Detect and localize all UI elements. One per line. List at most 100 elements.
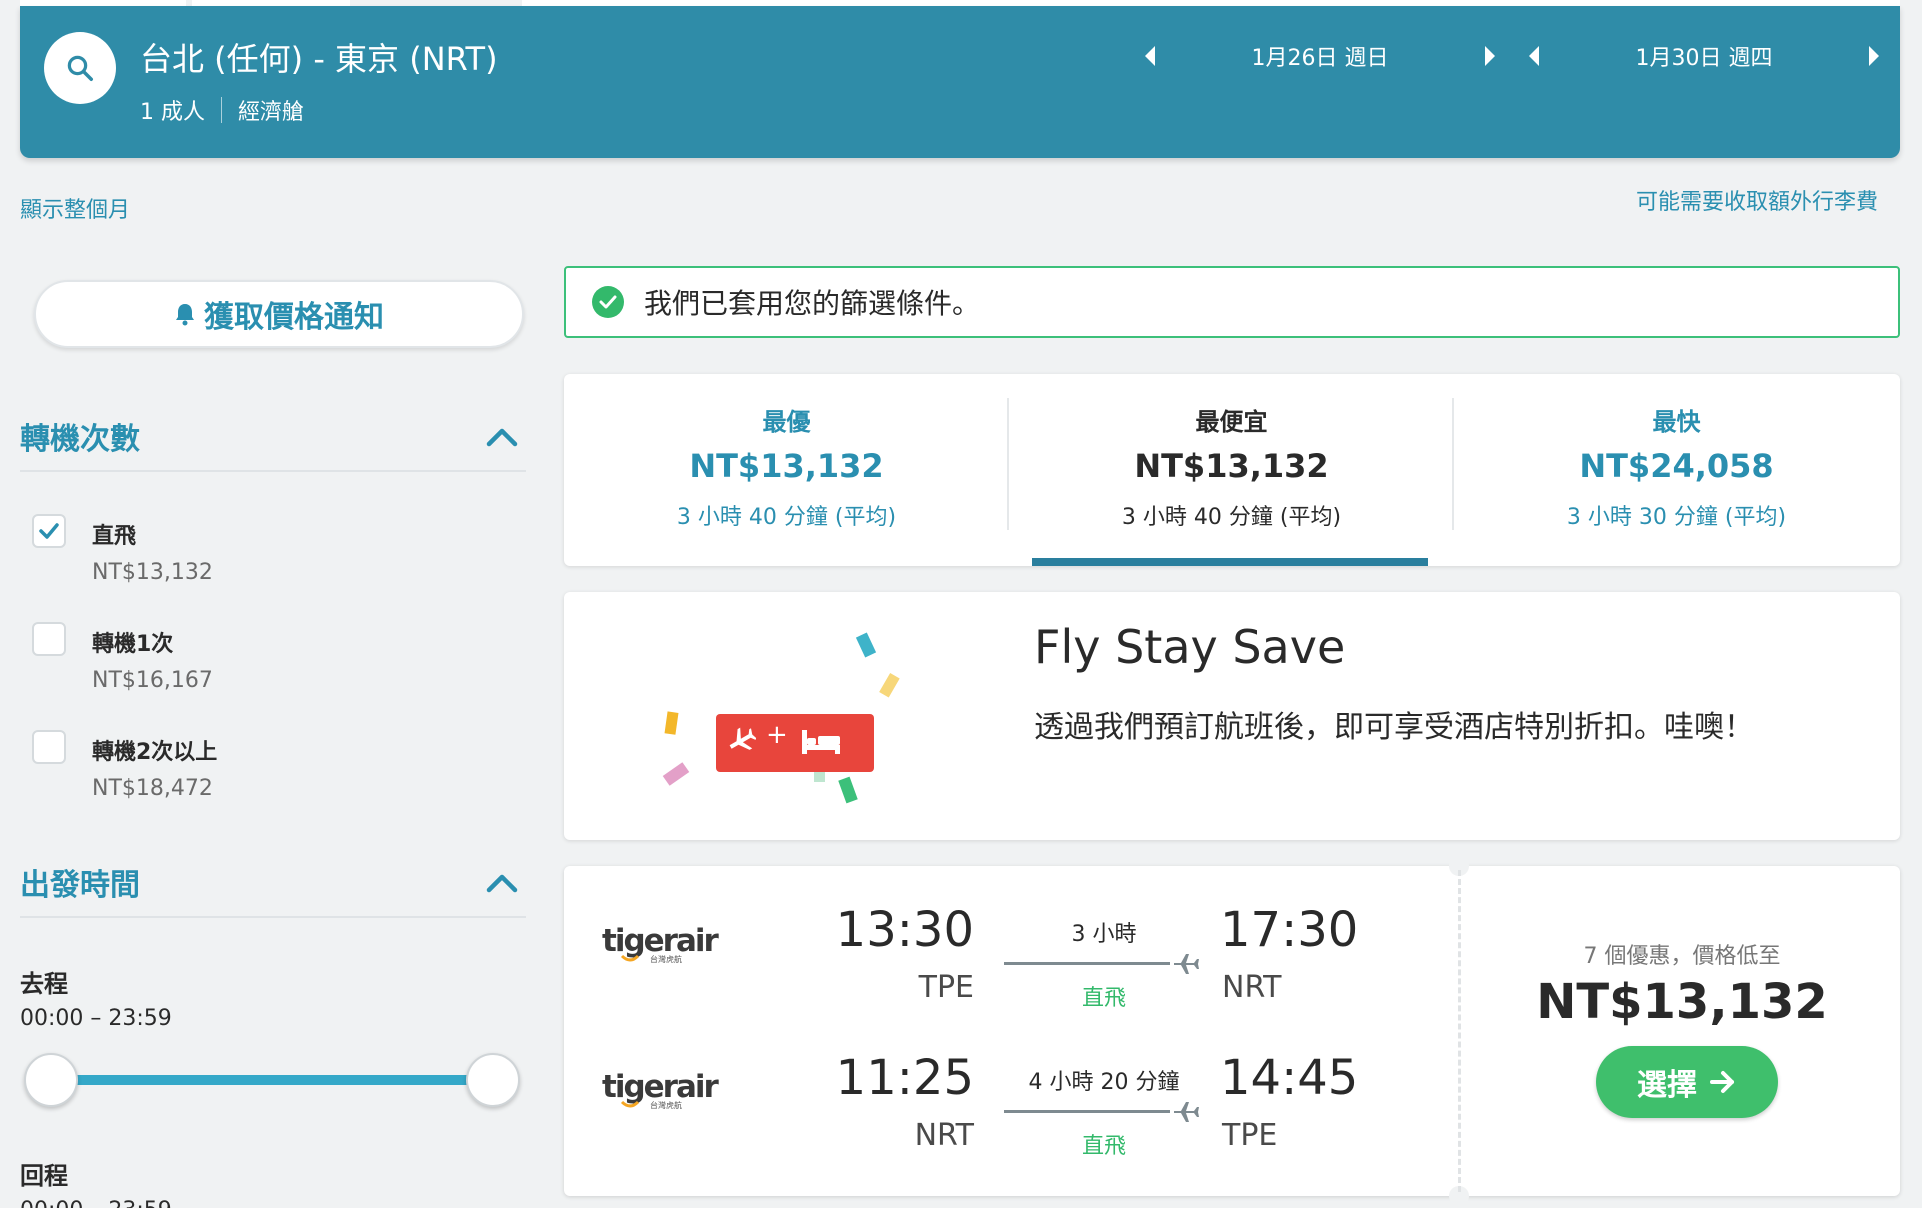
stops-option-label[interactable]: 直飛 bbox=[92, 518, 136, 550]
filter-applied-banner: 我們已套用您的篩選條件。 bbox=[564, 266, 1900, 338]
plus-sign: + bbox=[766, 720, 788, 750]
cabin-class: 經濟艙 bbox=[238, 100, 305, 125]
caret-right-icon bbox=[1485, 46, 1495, 66]
sort-tab-label: 最優 bbox=[762, 408, 811, 436]
select-button-label: 選擇 bbox=[1637, 1068, 1697, 1103]
check-circle-icon bbox=[592, 286, 624, 318]
return-next-button[interactable] bbox=[1854, 45, 1894, 67]
depart-time: 13:30 bbox=[835, 902, 974, 958]
stops-direct-checkbox[interactable] bbox=[32, 514, 66, 548]
search-icon bbox=[67, 55, 93, 81]
return-time-range: 00:00 – 23:59 bbox=[20, 1198, 172, 1208]
outbound-slider-min-handle[interactable] bbox=[24, 1053, 78, 1107]
airline-subname: 台灣虎航 bbox=[650, 1100, 682, 1110]
baggage-fee-link[interactable]: 可能需要收取額外行李費 bbox=[1636, 184, 1878, 216]
arrive-time: 17:30 bbox=[1220, 902, 1359, 958]
price-alert-label: 獲取價格通知 bbox=[204, 300, 384, 335]
airline-subname: 台灣虎航 bbox=[650, 954, 682, 964]
sort-tab-label: 最便宜 bbox=[1195, 408, 1268, 436]
return-date[interactable]: 1月30日 週四 bbox=[1554, 40, 1854, 72]
depart-date[interactable]: 1月26日 週日 bbox=[1170, 40, 1470, 72]
check-icon bbox=[39, 523, 59, 539]
tigerair-logo: tigerair 台灣虎航 bbox=[602, 1069, 720, 1110]
price-alert-button[interactable]: 獲取價格通知 bbox=[34, 280, 524, 348]
departure-time-section-title[interactable]: 出發時間 bbox=[20, 860, 140, 904]
bell-icon bbox=[176, 304, 194, 326]
return-date-picker: 1月30日 週四 bbox=[1514, 40, 1894, 72]
chevron-up-icon[interactable] bbox=[484, 424, 520, 448]
chevron-up-icon[interactable] bbox=[484, 870, 520, 894]
sort-tab-duration: 3 小時 30 分鐘 (平均) bbox=[1566, 505, 1787, 530]
stops-label: 直飛 bbox=[1081, 1134, 1126, 1159]
sort-tabs: 最優 NT$13,132 3 小時 40 分鐘 (平均) 最便宜 NT$13,1… bbox=[564, 374, 1900, 566]
return-label: 回程 bbox=[20, 1162, 68, 1190]
depart-next-button[interactable] bbox=[1470, 45, 1510, 67]
section-divider bbox=[20, 470, 526, 472]
sort-tab-cheapest[interactable]: 最便宜 NT$13,132 3 小時 40 分鐘 (平均) bbox=[1009, 374, 1454, 566]
sort-tab-best[interactable]: 最優 NT$13,132 3 小時 40 分鐘 (平均) bbox=[564, 374, 1009, 566]
promo-title: Fly Stay Save bbox=[1034, 620, 1346, 674]
return-prev-button[interactable] bbox=[1514, 45, 1554, 67]
outbound-slider-max-handle[interactable] bbox=[466, 1053, 520, 1107]
search-button[interactable] bbox=[44, 32, 116, 104]
trip-details[interactable]: 1 成人 經濟艙 bbox=[140, 94, 304, 126]
filter-applied-text: 我們已套用您的篩選條件。 bbox=[644, 287, 981, 320]
sort-tab-fastest[interactable]: 最快 NT$24,058 3 小時 30 分鐘 (平均) bbox=[1454, 374, 1899, 566]
active-tab-indicator bbox=[1032, 558, 1428, 566]
plane-icon bbox=[729, 727, 756, 750]
caret-left-icon bbox=[1145, 46, 1155, 66]
caret-left-icon bbox=[1529, 46, 1539, 66]
section-divider bbox=[20, 916, 526, 918]
sort-tab-duration: 3 小時 40 分鐘 (平均) bbox=[1121, 505, 1342, 530]
plane-icon bbox=[1174, 954, 1199, 974]
sort-tab-price: NT$24,058 bbox=[1579, 447, 1774, 485]
fly-stay-save-promo[interactable]: + Fly Stay Save 透過我們預訂航班後，即可享受酒店特別折扣。哇噢！ bbox=[564, 592, 1900, 840]
flight-duration: 4 小時 20 分鐘 bbox=[1028, 1070, 1180, 1095]
flight-path-line bbox=[1004, 1110, 1170, 1113]
depart-airport: NRT bbox=[914, 1118, 974, 1153]
show-month-link[interactable]: 顯示整個月 bbox=[20, 192, 130, 224]
stops-two-plus-checkbox[interactable] bbox=[32, 730, 66, 764]
depart-date-picker: 1月26日 週日 bbox=[1130, 40, 1510, 72]
stops-option-label[interactable]: 轉機1次 bbox=[92, 626, 173, 658]
promo-text: 透過我們預訂航班後，即可享受酒店特別折扣。哇噢！ bbox=[1034, 710, 1754, 745]
outbound-label: 去程 bbox=[20, 970, 68, 998]
tigerair-logo: tigerair 台灣虎航 bbox=[602, 923, 720, 964]
flight-duration: 3 小時 bbox=[1071, 922, 1137, 947]
arrive-time: 14:45 bbox=[1220, 1050, 1359, 1106]
stops-option-label[interactable]: 轉機2次以上 bbox=[92, 734, 217, 766]
arrive-airport: TPE bbox=[1222, 1118, 1278, 1153]
airline-name: tigerair bbox=[602, 1069, 719, 1105]
stops-option-price: NT$18,472 bbox=[92, 776, 213, 801]
plane-icon bbox=[1174, 1102, 1199, 1122]
stops-label: 直飛 bbox=[1081, 986, 1126, 1011]
divider bbox=[221, 97, 222, 123]
flight-price: NT$13,132 bbox=[1536, 974, 1828, 1030]
sort-tab-price: NT$13,132 bbox=[689, 447, 884, 485]
caret-right-icon bbox=[1869, 46, 1879, 66]
search-header: 台北 (任何) - 東京 (NRT) 1 成人 經濟艙 1月26日 週日 1月3… bbox=[20, 6, 1900, 158]
arrow-right-icon bbox=[1710, 1071, 1734, 1093]
flight-result-card[interactable]: tigerair 台灣虎航 13:30 TPE 3 小時 直飛 17:30 NR… bbox=[564, 856, 1900, 1206]
sort-tab-price: NT$13,132 bbox=[1134, 447, 1329, 485]
deals-count: 7 個優惠，價格低至 bbox=[1583, 944, 1781, 969]
flight-hotel-illustration bbox=[662, 632, 900, 804]
sort-tab-duration: 3 小時 40 分鐘 (平均) bbox=[676, 505, 897, 530]
stops-section-title[interactable]: 轉機次數 bbox=[20, 414, 140, 458]
route-title[interactable]: 台北 (任何) - 東京 (NRT) bbox=[140, 34, 498, 80]
select-flight-button[interactable]: 選擇 bbox=[1596, 1046, 1778, 1118]
passenger-count: 1 成人 bbox=[140, 100, 205, 125]
airline-name: tigerair bbox=[602, 923, 719, 959]
outbound-time-range: 00:00 – 23:59 bbox=[20, 1006, 172, 1031]
stops-option-price: NT$16,167 bbox=[92, 668, 213, 693]
depart-time: 11:25 bbox=[835, 1050, 974, 1106]
outbound-time-slider-track[interactable] bbox=[52, 1075, 494, 1085]
ticket-divider bbox=[1458, 870, 1461, 1192]
sort-tab-label: 最快 bbox=[1652, 408, 1701, 436]
bed-icon bbox=[802, 730, 840, 754]
flight-path-line bbox=[1004, 962, 1170, 965]
arrive-airport: NRT bbox=[1222, 970, 1282, 1005]
depart-airport: TPE bbox=[918, 970, 974, 1005]
stops-one-checkbox[interactable] bbox=[32, 622, 66, 656]
depart-prev-button[interactable] bbox=[1130, 45, 1170, 67]
